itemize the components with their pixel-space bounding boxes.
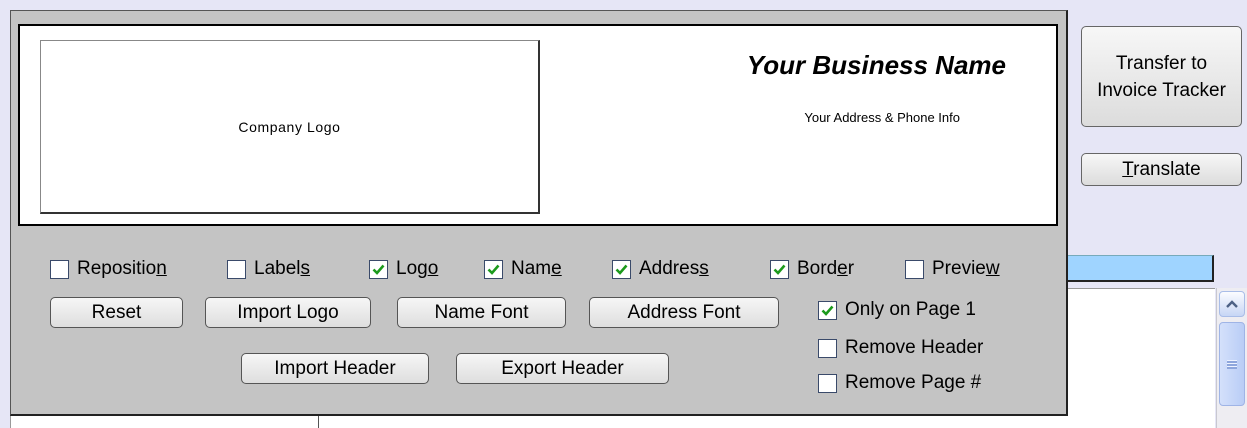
- name-checkbox[interactable]: Name: [484, 258, 562, 280]
- import-header-button[interactable]: Import Header: [241, 353, 429, 384]
- checkbox-label: Remove Header: [845, 337, 984, 358]
- name-font-button[interactable]: Name Font: [397, 297, 566, 328]
- remove-page-number-checkbox[interactable]: Remove Page #: [818, 372, 981, 394]
- grip-icon: [1227, 359, 1237, 369]
- chevron-up-icon: [1226, 300, 1238, 308]
- checkmark-icon: [821, 305, 834, 316]
- checkbox-box: [227, 259, 246, 279]
- checkbox-box: [484, 259, 503, 279]
- checkbox-label: Preview: [932, 258, 1000, 279]
- checkmark-icon: [487, 264, 500, 275]
- checkbox-label: Logo: [396, 258, 439, 279]
- reposition-checkbox[interactable]: Reposition: [50, 258, 167, 280]
- checkbox-box: [818, 300, 837, 320]
- checkbox-box: [905, 259, 924, 279]
- checkbox-label: Only on Page 1: [845, 299, 976, 320]
- scroll-thumb[interactable]: [1219, 322, 1245, 406]
- business-name[interactable]: Your Business Name: [640, 50, 1006, 81]
- labels-checkbox[interactable]: Labels: [227, 258, 310, 280]
- checkbox-label: Labels: [254, 258, 310, 279]
- translate-button-label: Translate: [1122, 158, 1201, 180]
- checkmark-icon: [615, 264, 628, 275]
- reset-button[interactable]: Reset: [50, 297, 183, 328]
- logo-checkbox[interactable]: Logo: [369, 258, 438, 280]
- checkbox-label: Remove Page #: [845, 372, 982, 393]
- checkbox-label: Name: [511, 258, 562, 279]
- checkbox-box: [818, 338, 837, 358]
- address-font-button[interactable]: Address Font: [589, 297, 779, 328]
- checkbox-box: [50, 259, 69, 279]
- logo-placeholder-text: Company Logo: [238, 118, 341, 135]
- import-logo-button[interactable]: Import Logo: [205, 297, 371, 328]
- checkbox-box: [818, 373, 837, 393]
- business-address[interactable]: Your Address & Phone Info: [640, 110, 960, 125]
- checkbox-label: Border: [797, 258, 855, 279]
- highlight-bar: [1066, 255, 1214, 282]
- export-header-button[interactable]: Export Header: [456, 353, 669, 384]
- address-checkbox[interactable]: Address: [612, 258, 709, 280]
- preview-checkbox[interactable]: Preview: [905, 258, 1000, 280]
- checkbox-box: [770, 259, 789, 279]
- border-checkbox[interactable]: Border: [770, 258, 854, 280]
- only-on-page-1-checkbox[interactable]: Only on Page 1: [818, 299, 976, 321]
- checkmark-icon: [372, 264, 385, 275]
- checkbox-box: [612, 259, 631, 279]
- transfer-to-invoice-tracker-button[interactable]: Transfer to Invoice Tracker: [1081, 26, 1242, 127]
- checkbox-box: [369, 259, 388, 279]
- scroll-up-button[interactable]: [1219, 291, 1245, 317]
- checkbox-label: Reposition: [77, 258, 167, 279]
- checkmark-icon: [773, 264, 786, 275]
- checkbox-label: Address: [639, 258, 709, 279]
- translate-button[interactable]: Translate: [1081, 153, 1242, 186]
- transfer-button-label: Transfer to Invoice Tracker: [1097, 52, 1226, 101]
- company-logo-placeholder[interactable]: Company Logo: [40, 40, 540, 214]
- remove-header-checkbox[interactable]: Remove Header: [818, 337, 983, 359]
